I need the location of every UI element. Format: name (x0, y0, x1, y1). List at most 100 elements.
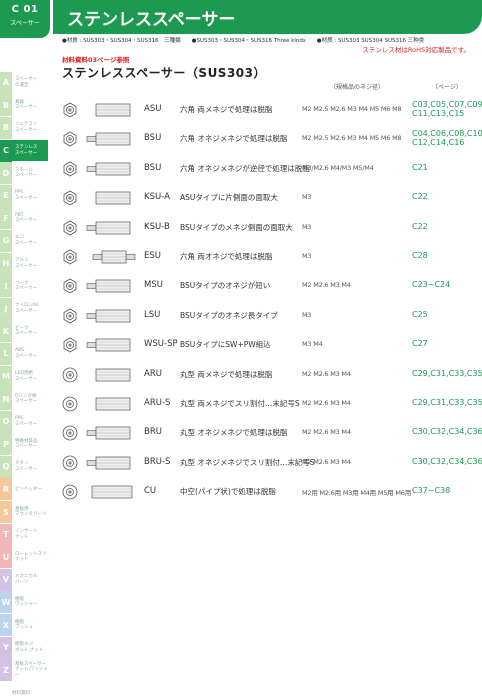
product-description: 六角 オネジメネジが逆径で処理は脱脂 (180, 163, 310, 173)
product-thread-sizes: M2 M2.6 M3 M4 (302, 369, 351, 378)
side-index-letter: W (0, 591, 12, 614)
spacer-side-view-icon (86, 221, 131, 234)
spacer-drawing-icon (63, 337, 131, 353)
side-index-item-q-17[interactable]: Q チタン スペーサー (0, 455, 48, 479)
product-thread-sizes: M2 M2.5 M2.6 M3 M4 M5 M6 M8 (302, 134, 402, 143)
product-page-ref[interactable]: C28 (412, 251, 428, 260)
spacer-end-view-icon (62, 455, 78, 471)
product-row[interactable]: KSU-B BSUタイプのメネジ側面の面取大 M3 C22 (60, 212, 476, 244)
side-index-item-c-3[interactable]: C ステンレス スペーサー (0, 139, 48, 163)
side-index-letter: T (0, 523, 12, 546)
product-code: MSU (144, 280, 163, 291)
side-index-item-t-20[interactable]: T インサート ナット (0, 523, 48, 547)
product-row[interactable]: KSU-A ASUタイプに片側面の面取大 M3 C22 (60, 182, 476, 214)
header-title: ステンレススペーサー (53, 0, 482, 34)
side-index-label: スペーサー の選定 (15, 77, 38, 88)
side-index-label: チタン スペーサー (15, 461, 38, 472)
product-page-ref[interactable]: C30,C32,C34,C36 (412, 427, 482, 436)
side-index-item-u-21[interactable]: U ローレットスリ ナット (0, 546, 48, 570)
product-page-ref[interactable]: C37~C38 (412, 486, 450, 495)
product-code: WSU-SP (144, 339, 178, 350)
side-index-item-d-4[interactable]: D スチール スペーサー (0, 162, 48, 185)
product-page-ref[interactable]: C27 (412, 339, 428, 348)
product-page-ref[interactable]: C29,C31,C33,C35 (412, 398, 482, 407)
product-row[interactable]: BSU 六角 オネジメネジで処理は脱脂 M2 M2.5 M2.6 M3 M4 M5 … (60, 123, 482, 155)
side-index-item-n-14[interactable]: N Oリング絶 スペーサー (0, 388, 48, 411)
product-page-ref[interactable]: C22 (412, 192, 428, 201)
side-index-item-m-13[interactable]: M LED用絶 スペーサー (0, 365, 48, 389)
side-index-item-e-5[interactable]: E PPS スペーサー (0, 184, 48, 208)
side-index-item-l-12[interactable]: L ABS スペーサー (0, 342, 48, 366)
spacer-side-view-icon (86, 133, 131, 146)
product-thread-sizes: M3 (302, 310, 312, 319)
spacer-side-view-icon (86, 427, 131, 440)
spacer-end-view-icon (62, 367, 78, 382)
side-index-label: 真鍮 スペーサー (15, 99, 38, 111)
product-page-ref[interactable]: C30,C32,C34,C36 (412, 457, 482, 466)
product-row[interactable]: CU 中空(パイプ状)で処理は脱脂 M2用 M2.6用 M3用 M4用 M5用 M6… (60, 476, 476, 508)
product-page-ref[interactable]: C25 (412, 310, 428, 319)
product-code: KSU-B (144, 221, 170, 232)
side-index-item-j-10[interactable]: J ナイロン66 スペーサー (0, 297, 48, 321)
product-page-ref[interactable]: C29,C31,C33,C35 (412, 369, 482, 378)
side-index-item-x-24[interactable]: X 樹脂 ブッシュ (0, 614, 48, 637)
product-row[interactable]: WSU-SP BSUタイプにSW+PW組込 M3 M4 C27 (60, 329, 476, 361)
side-index-item-b-2[interactable]: B ジュラコン スペーサー (0, 116, 48, 140)
side-index-item-r-18[interactable]: R ピンヘッダー (0, 478, 48, 502)
side-index-label: アルミ スペーサー (15, 258, 38, 269)
side-index-item-p-16[interactable]: P 特殊材質品 スペーサー (0, 433, 48, 457)
side-footer: 材料資料 (12, 691, 30, 696)
section-badge: C 01 スペーサー (0, 0, 50, 38)
reference-link[interactable]: 材料資料03ページ参照 (62, 54, 129, 64)
side-index-item-g-7[interactable]: G エコ スペーサー (0, 229, 48, 253)
spacer-side-view-icon (86, 456, 131, 470)
side-index-item-h-8[interactable]: H アルミ スペーサー (0, 252, 48, 276)
side-index-item-v-22[interactable]: V メカニカル パーツ (0, 568, 48, 592)
spacer-drawing-icon (62, 455, 131, 471)
side-index-item-i-9[interactable]: I ベーク スペーサー (0, 275, 48, 298)
side-index-letter: K (0, 320, 12, 343)
spacer-end-view-icon (62, 396, 78, 412)
product-row[interactable]: MSU BSUタイプのオネジが短い M2 M2.6 M3 M4 C23~C24 (60, 270, 476, 302)
product-description: BSUタイプのオネジが短い (180, 281, 271, 291)
side-index-label: メカニカル パーツ (15, 574, 38, 585)
side-index-item-w-23[interactable]: W 樹脂 ワッシャー (0, 591, 48, 615)
side-index-item-f-6[interactable]: F PBT スペーサー (0, 207, 48, 231)
product-row[interactable]: ARU 丸型 両メネジで処理は脱脂 M2 M2.6 M3 M4 C29,C31,C33… (60, 359, 482, 391)
product-page-ref[interactable]: C04,C06,C08,C10 C12,C14,C16 (412, 129, 482, 147)
product-row[interactable]: ASU 六角 両メネジで処理は脱脂 M2 M2.5 M2.6 M3 M4 M5 M6… (60, 94, 482, 126)
product-row[interactable]: BRU 丸型 オネジメネジで処理は脱脂 M2 M2.6 M3 M4 C30,C32,C… (60, 417, 482, 449)
spacer-end-view-icon (62, 484, 78, 500)
side-index-label: ナイロン66 スペーサー (15, 303, 39, 314)
side-index-item-o-15[interactable]: O PPS スペーサー (0, 410, 48, 434)
side-index-label: 樹脂ネジ ボルト,ナット (15, 642, 44, 653)
product-page-ref[interactable]: C21 (412, 163, 428, 172)
side-index-label: ジュラコン スペーサー (15, 122, 38, 133)
side-index-item-y-25[interactable]: Y 樹脂ネジ ボルト,ナット (0, 636, 48, 660)
product-code: ASU (144, 104, 162, 114)
product-code: ARU (144, 368, 162, 379)
spacer-side-view-icon (95, 103, 131, 117)
product-row[interactable]: BSU 六角 オネジメネジが逆径で処理は脱脂 M3/M2.6 M4/M3 M5/M4… (60, 153, 476, 185)
product-code: LSU (144, 309, 161, 320)
product-thread-sizes: M2 M2.6 M3 M4 (302, 428, 351, 437)
product-row[interactable]: ARU-S 丸型 両メネジでスリ割付…末記号S M2 M2.6 M3 M4 C29,C… (60, 388, 482, 420)
side-index-item-b-1[interactable]: B 真鍮 スペーサー (0, 94, 48, 118)
side-index-item-k-11[interactable]: K ピーク スペーサー (0, 320, 48, 344)
product-page-ref[interactable]: C03,C05,C07,C09 C11,C13,C15 (412, 100, 482, 118)
side-index-item-z-26[interactable]: Z 基板スペーサー ナット,ワッシャー (0, 659, 48, 683)
side-index-item-a-0[interactable]: A スペーサー の選定 (0, 71, 48, 95)
side-index-label: ローレットスリ ナット (15, 551, 47, 563)
side-index-letter: D (0, 162, 12, 185)
side-index-letter: X (0, 614, 12, 637)
product-row[interactable]: ESU 六角 両オネジで処理は脱脂 M3 C28 (60, 241, 476, 273)
spacer-drawing-icon (63, 278, 131, 294)
product-page-ref[interactable]: C22 (412, 222, 428, 231)
product-page-ref[interactable]: C23~C24 (412, 280, 450, 289)
product-row[interactable]: BRU-S 丸型 オネジメネジでスリ割付…末記号S M2 M2.6 M3 M4 C30… (60, 447, 482, 479)
product-code: CU (144, 486, 157, 497)
side-index-item-s-19[interactable]: S 基板用 マウンタパーツ (0, 501, 48, 524)
side-index-letter: J (0, 297, 12, 320)
product-thread-sizes: M2用 M2.6用 M3用 M4用 M5用 M6用 (302, 489, 411, 498)
product-row[interactable]: LSU BSUタイプのオネジ長タイプ M3 C25 (60, 300, 476, 332)
